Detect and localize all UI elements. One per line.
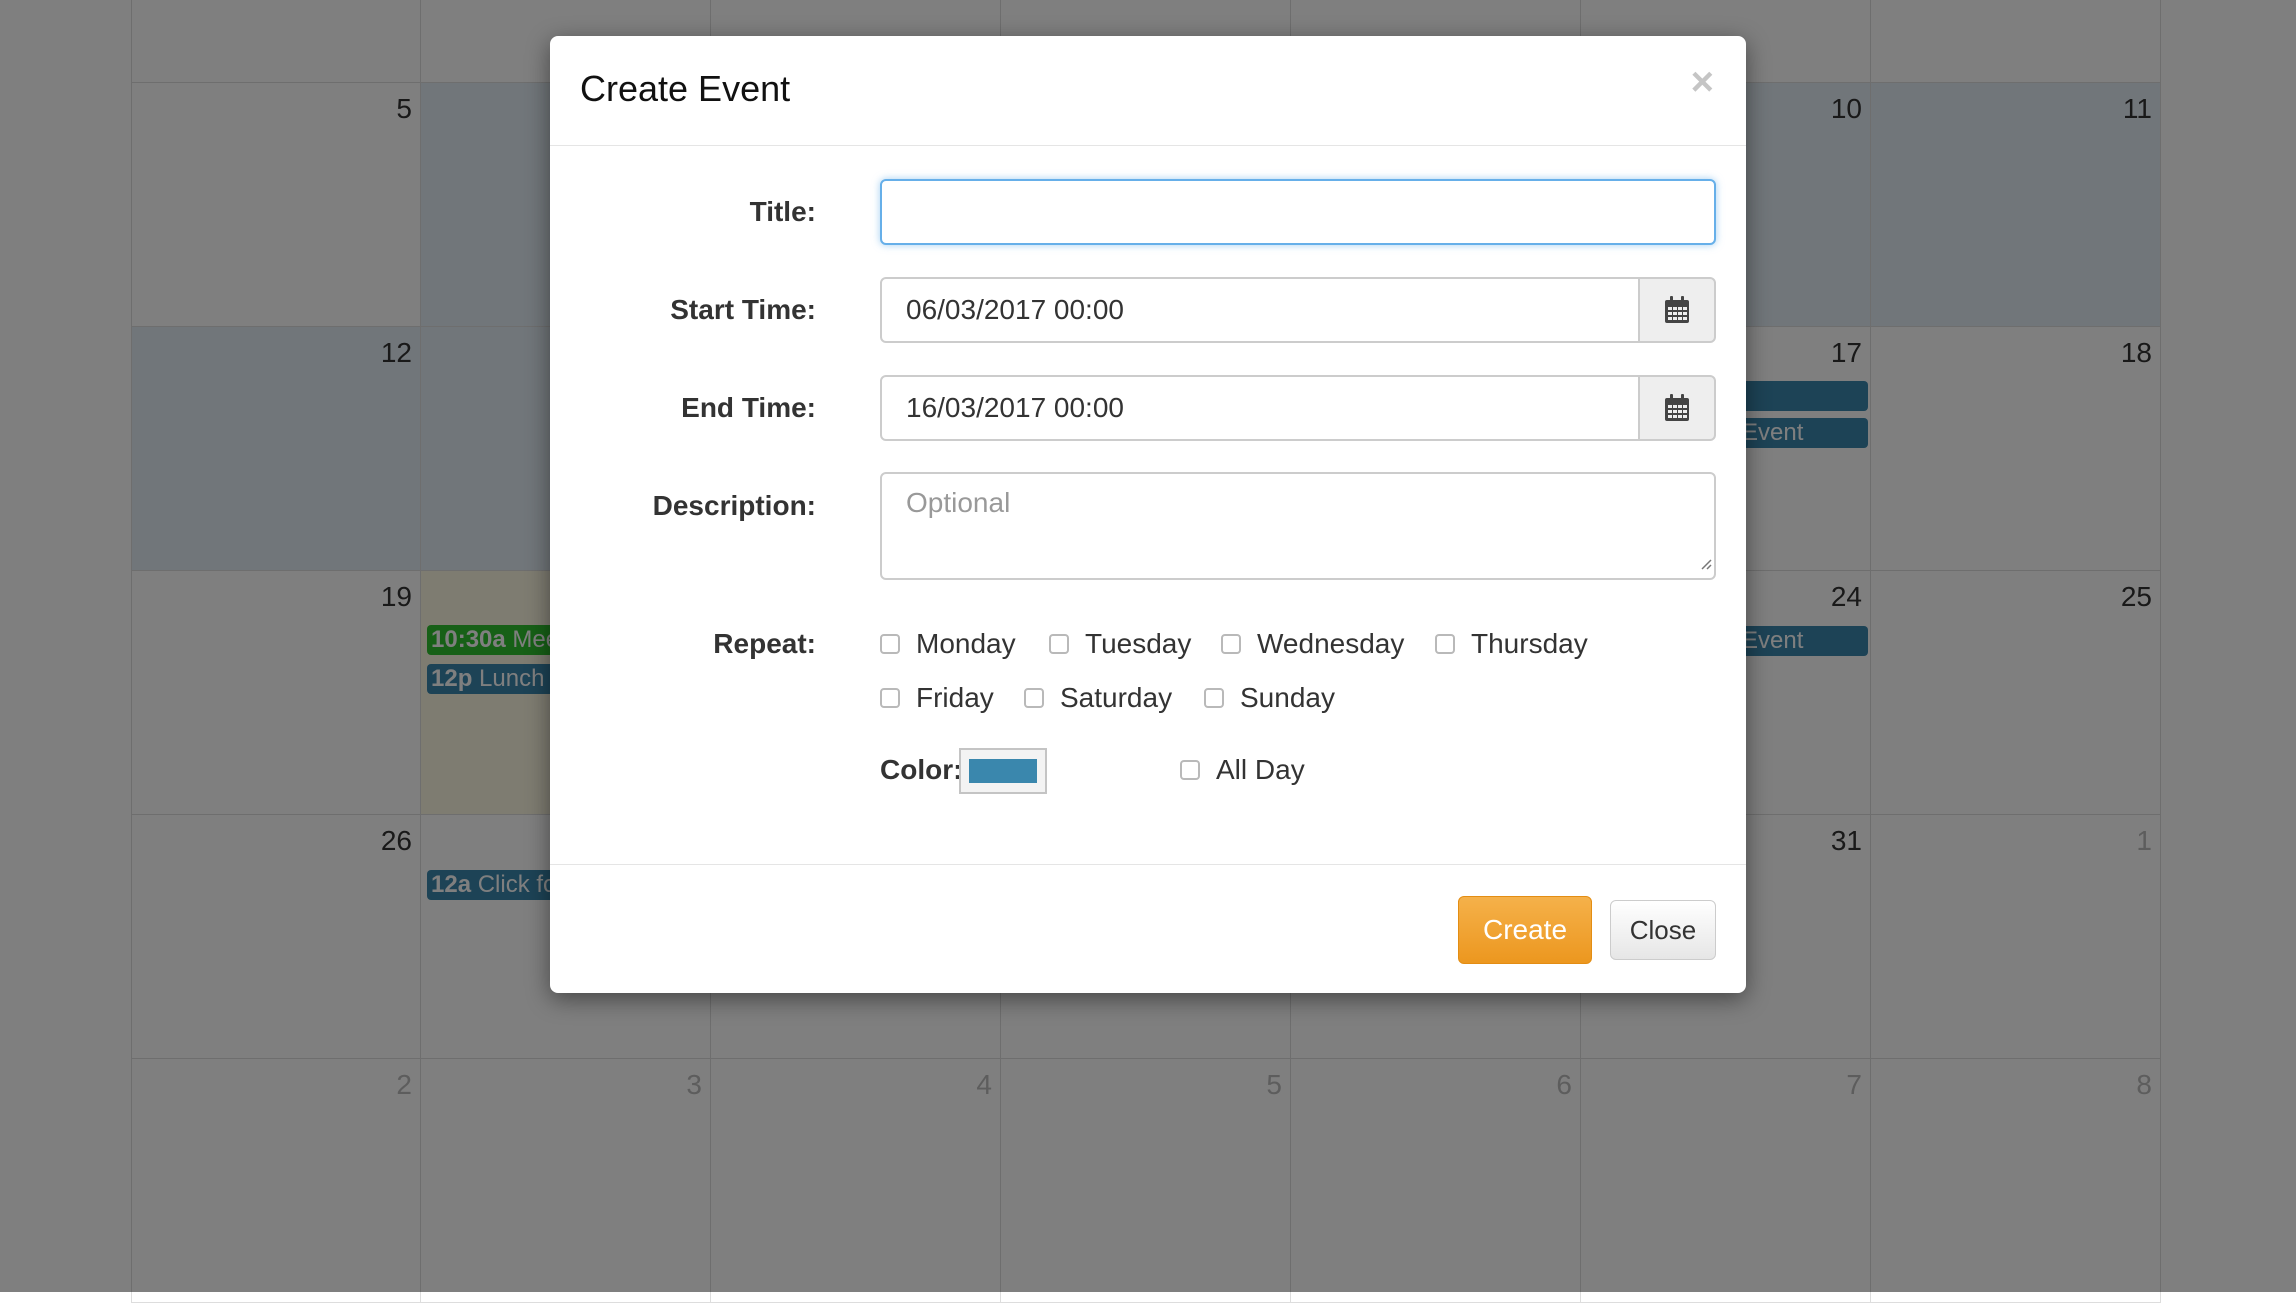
repeat-tuesday-checkbox[interactable]: Tuesday <box>1049 626 1191 662</box>
resize-grip-icon[interactable] <box>1700 558 1712 570</box>
modal-header: Create Event × <box>550 36 1746 146</box>
checkbox-label: Wednesday <box>1257 628 1405 659</box>
end-time-label: End Time: <box>681 392 816 423</box>
start-time-label: Start Time: <box>670 294 816 325</box>
start-time-picker-button[interactable] <box>1638 277 1716 343</box>
title-label: Title: <box>749 196 816 227</box>
color-picker[interactable] <box>959 748 1047 794</box>
description-label: Description: <box>652 490 816 521</box>
all-day-checkbox[interactable]: All Day <box>1180 752 1305 788</box>
calendar-icon <box>1665 296 1689 323</box>
repeat-thursday-checkbox[interactable]: Thursday <box>1435 626 1588 662</box>
checkbox-box[interactable] <box>1180 760 1200 780</box>
repeat-sunday-checkbox[interactable]: Sunday <box>1204 680 1335 716</box>
checkbox-label: Sunday <box>1240 682 1335 713</box>
color-swatch-fill <box>969 759 1037 783</box>
checkbox-label: All Day <box>1216 754 1305 785</box>
repeat-wednesday-checkbox[interactable]: Wednesday <box>1221 626 1404 662</box>
checkbox-box[interactable] <box>1024 688 1044 708</box>
end-time-group <box>880 375 1716 441</box>
checkbox-box[interactable] <box>1221 634 1241 654</box>
checkbox-box[interactable] <box>880 634 900 654</box>
checkbox-box[interactable] <box>1049 634 1069 654</box>
checkbox-box[interactable] <box>880 688 900 708</box>
checkbox-box[interactable] <box>1204 688 1224 708</box>
checkbox-box[interactable] <box>1435 634 1455 654</box>
create-button[interactable]: Create <box>1458 896 1592 964</box>
calendar-icon <box>1665 394 1689 421</box>
checkbox-label: Tuesday <box>1085 628 1192 659</box>
close-button[interactable]: Close <box>1610 900 1716 960</box>
title-input[interactable] <box>880 179 1716 245</box>
end-time-picker-button[interactable] <box>1638 375 1716 441</box>
repeat-friday-checkbox[interactable]: Friday <box>880 680 994 716</box>
color-label: Color: <box>880 754 963 785</box>
checkbox-label: Saturday <box>1060 682 1173 713</box>
repeat-label: Repeat: <box>713 628 816 659</box>
repeat-monday-checkbox[interactable]: Monday <box>880 626 1016 662</box>
modal-title: Create Event <box>580 68 791 109</box>
modal-footer-divider <box>550 864 1746 865</box>
repeat-saturday-checkbox[interactable]: Saturday <box>1024 680 1172 716</box>
checkbox-label: Monday <box>916 628 1016 659</box>
checkbox-label: Thursday <box>1471 628 1588 659</box>
close-icon[interactable]: × <box>1691 62 1714 102</box>
description-textarea[interactable] <box>880 472 1716 580</box>
end-time-input[interactable] <box>880 375 1640 441</box>
checkbox-label: Friday <box>916 682 994 713</box>
start-time-input[interactable] <box>880 277 1640 343</box>
start-time-group <box>880 277 1716 343</box>
create-event-dialog: Create Event × Title: Start Time: End Ti… <box>550 36 1746 993</box>
